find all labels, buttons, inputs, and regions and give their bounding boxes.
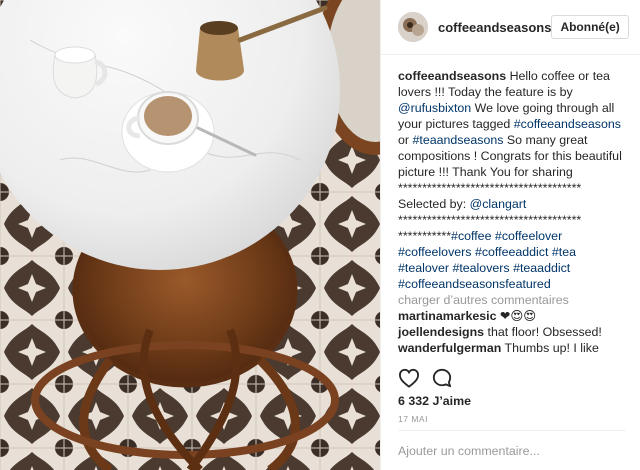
post-header: coffeeandseasons Abonné(e) [381, 0, 640, 55]
like-button[interactable] [398, 368, 420, 388]
coffee-table-photo [0, 0, 380, 470]
hashtag-link[interactable]: #coffeeandseasons [514, 117, 621, 131]
comment-button[interactable] [432, 368, 452, 388]
comment-item: martinamarkesic ❤😍😍 [398, 308, 626, 324]
hashtag-link[interactable]: #coffeeandseasonsfeatured [398, 277, 551, 291]
caption-separator: *********** [398, 229, 452, 243]
mention-link[interactable]: @clangart [470, 197, 527, 211]
hashtag-link[interactable]: #tea [552, 245, 576, 259]
caption: coffeeandseasons Hello coffee or tea lov… [398, 68, 626, 292]
hashtag-link[interactable]: #teaandseasons [412, 133, 503, 147]
caption-text: Selected by: [398, 197, 467, 211]
avatar[interactable] [398, 12, 428, 42]
likes-count[interactable]: 6 332 J’aime [398, 394, 471, 408]
hashtag-link[interactable]: #tealover [398, 261, 449, 275]
divider [398, 430, 626, 431]
post-sidebar: coffeeandseasons Abonné(e) coffeeandseas… [380, 0, 640, 470]
comment-username[interactable]: martinamarkesic [398, 309, 497, 323]
caption-username[interactable]: coffeeandseasons [398, 69, 506, 83]
following-button[interactable]: Abonné(e) [551, 15, 629, 39]
comment-text: ❤😍😍 [499, 309, 537, 323]
load-more-comments[interactable]: charger d’autres commentaires [398, 292, 626, 308]
hashtag-link[interactable]: #coffeelovers [398, 245, 471, 259]
post-date: 17 MAI [398, 414, 428, 424]
hashtag-link[interactable]: #coffee [451, 229, 491, 243]
header-username[interactable]: coffeeandseasons [438, 20, 551, 35]
caption-separator: ************************************** [398, 213, 582, 227]
comments-list: coffeeandseasons Hello coffee or tea lov… [381, 55, 640, 358]
speech-bubble-icon [432, 368, 452, 388]
post-photo[interactable] [0, 0, 380, 470]
add-comment-input[interactable]: Ajouter un commentaire... [398, 444, 540, 458]
comment-item: wanderfulgerman Thumbs up! I like your p… [398, 340, 626, 358]
hashtag-link[interactable]: #tealovers [452, 261, 509, 275]
comment-item: joellendesigns that floor! Obsessed! [398, 324, 626, 340]
hashtag-link[interactable]: #coffeeaddict [475, 245, 549, 259]
caption-separator: ************************************** [398, 181, 582, 195]
instagram-post: coffeeandseasons Abonné(e) coffeeandseas… [0, 0, 640, 470]
action-bar [398, 368, 452, 388]
comment-username[interactable]: joellendesigns [398, 325, 484, 339]
avatar-image [398, 12, 428, 42]
mention-link[interactable]: @rufusbixton [398, 101, 471, 115]
hashtag-link[interactable]: #coffeelover [495, 229, 562, 243]
caption-text: or [398, 133, 410, 147]
comment-text: that floor! Obsessed! [487, 325, 602, 339]
comment-username[interactable]: wanderfulgerman [398, 341, 501, 355]
hashtag-link[interactable]: #teaaddict [513, 261, 570, 275]
heart-outline-icon [398, 368, 420, 388]
